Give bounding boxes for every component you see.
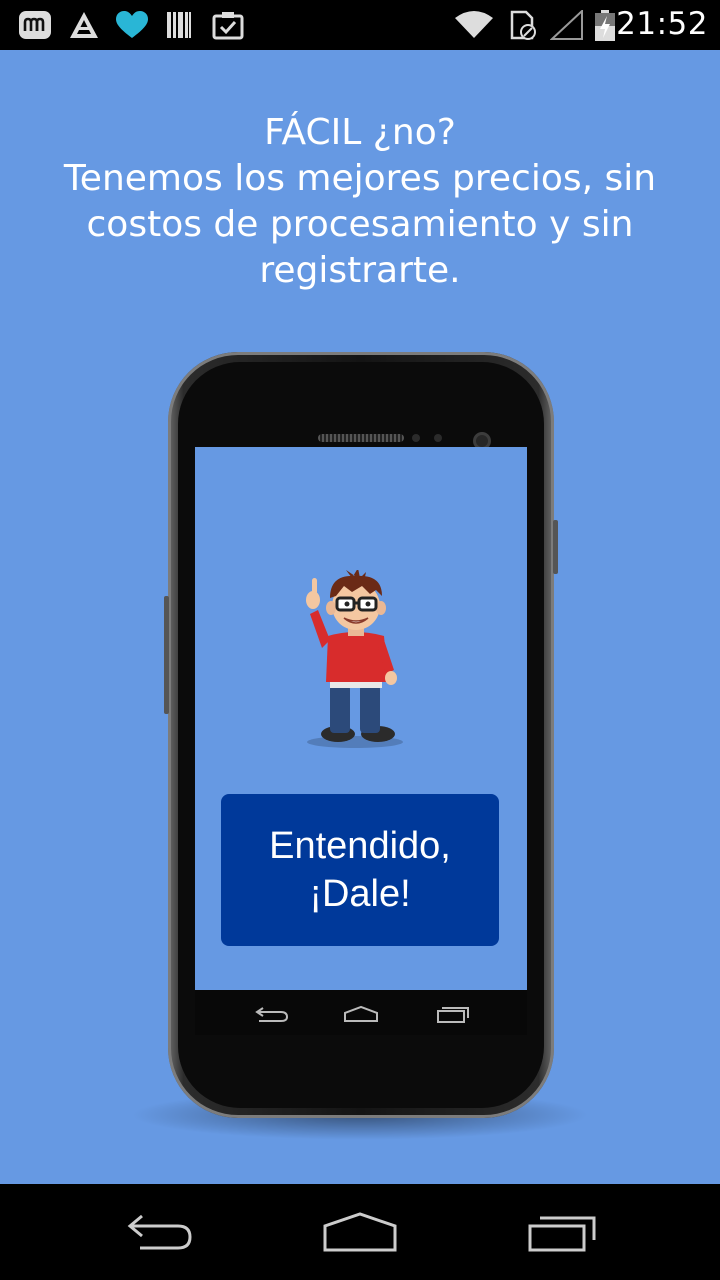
home-button[interactable]	[300, 1202, 420, 1262]
phone-sensor	[434, 434, 442, 442]
phone-screen-navbar	[195, 990, 527, 1035]
wifi-icon	[454, 10, 494, 40]
cta-line-2: ¡Dale!	[309, 873, 411, 915]
phone-speaker	[318, 434, 404, 442]
clipboard-check-icon	[212, 10, 244, 40]
main-content: FÁCIL ¿no? Tenemos los mejores precios, …	[0, 50, 720, 1184]
recent-apps-button[interactable]	[502, 1202, 622, 1262]
mini-back-icon	[255, 1007, 289, 1022]
barcode-icon	[166, 10, 192, 40]
headline-line-3: registrarte.	[259, 250, 461, 291]
home-icon	[323, 1212, 397, 1252]
back-icon	[127, 1214, 192, 1250]
phone-sensor	[412, 434, 420, 442]
status-bar: 21:52	[0, 0, 720, 50]
recent-apps-icon	[528, 1216, 596, 1252]
navigation-bar	[0, 1184, 720, 1280]
phone-power-button	[553, 520, 558, 574]
phone-volume-button	[164, 596, 169, 714]
app-notification-icon	[18, 10, 52, 40]
headline: FÁCIL ¿no? Tenemos los mejores precios, …	[30, 110, 690, 294]
heart-icon	[114, 10, 150, 40]
mini-home-icon	[344, 1005, 378, 1022]
cta-line-1: Entendido,	[269, 825, 451, 867]
cartoon-character	[300, 568, 410, 750]
headline-line-1: Tenemos los mejores precios, sin	[63, 158, 657, 199]
status-time: 21:52	[616, 6, 708, 42]
entendido-dale-button[interactable]: Entendido, ¡Dale!	[221, 794, 499, 946]
battery-charging-icon	[594, 10, 616, 41]
sim-card-icon	[508, 10, 538, 40]
headline-line-2: costos de procesamiento y sin	[86, 204, 634, 245]
signal-icon	[549, 8, 584, 40]
headline-title: FÁCIL ¿no?	[264, 112, 456, 153]
mini-recents-icon	[437, 1007, 469, 1023]
back-button[interactable]	[100, 1202, 220, 1262]
triangle-app-icon	[68, 10, 100, 40]
